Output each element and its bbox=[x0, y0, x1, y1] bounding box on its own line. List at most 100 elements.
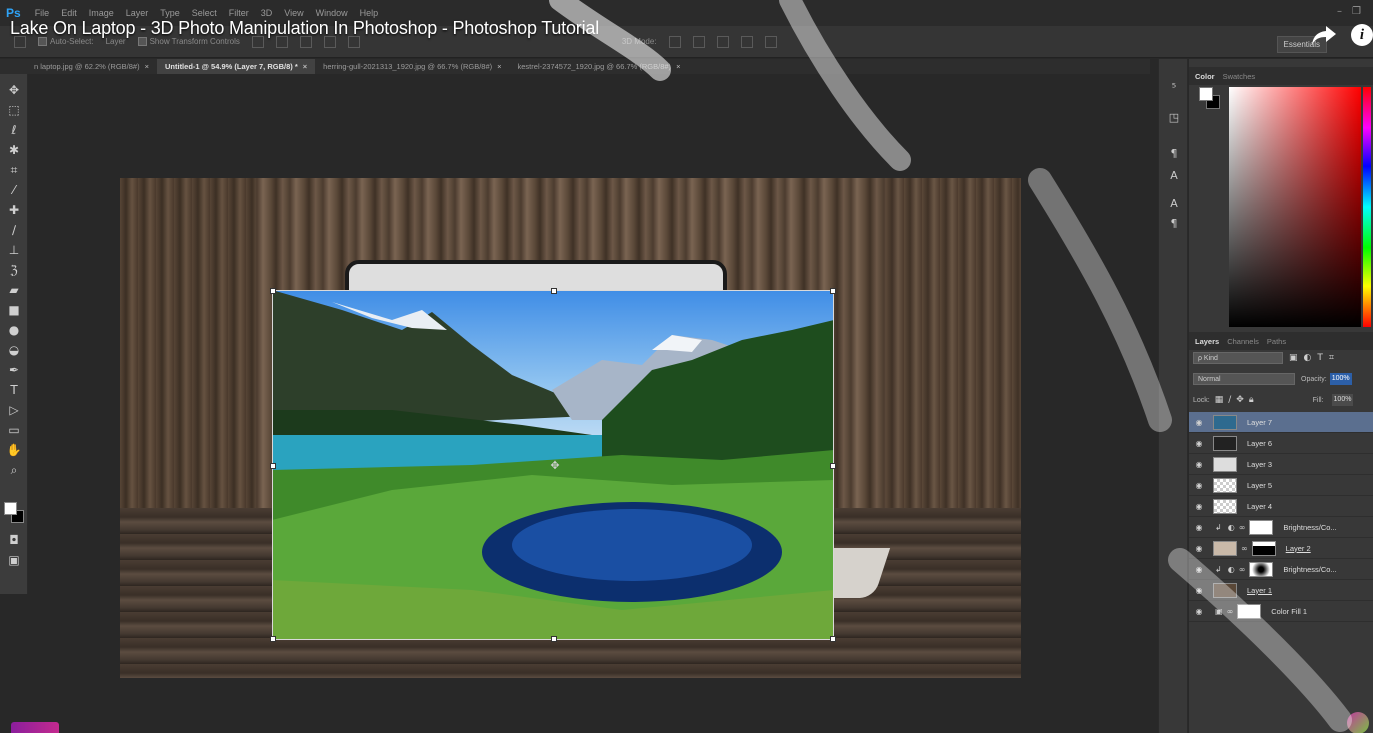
share-icon[interactable] bbox=[1311, 24, 1337, 46]
visibility-eye-icon[interactable]: ◉ bbox=[1189, 460, 1209, 469]
menu-help[interactable]: Help bbox=[360, 8, 379, 18]
layer-row[interactable]: ◉ Layer 6 bbox=[1189, 433, 1373, 454]
transform-handle-left[interactable] bbox=[270, 463, 276, 469]
foreground-background-colors[interactable] bbox=[4, 502, 24, 524]
crop-tool-icon[interactable]: ⌗ bbox=[6, 162, 22, 178]
link-chain-icon[interactable]: ∞ bbox=[1239, 523, 1246, 532]
menu-image[interactable]: Image bbox=[89, 8, 114, 18]
history-panel-icon[interactable]: ⁵ bbox=[1166, 81, 1182, 95]
shape-tool-icon[interactable]: ▭ bbox=[6, 422, 22, 438]
info-icon[interactable]: i bbox=[1351, 24, 1373, 46]
layer-row[interactable]: ◉ Layer 4 bbox=[1189, 496, 1373, 517]
brush-tool-icon[interactable]: ∕ bbox=[6, 222, 22, 238]
type-filter-icon[interactable]: T bbox=[1317, 353, 1323, 363]
close-icon[interactable]: × bbox=[497, 62, 501, 71]
type-tool-icon[interactable]: T bbox=[6, 382, 22, 398]
paragraph-panel-icon[interactable]: ¶ bbox=[1166, 217, 1182, 231]
3d-scale-icon[interactable] bbox=[764, 35, 777, 48]
document-canvas[interactable]: ✥ bbox=[120, 178, 1021, 678]
pen-tool-icon[interactable]: ✒ bbox=[6, 362, 22, 378]
menu-select[interactable]: Select bbox=[192, 8, 217, 18]
move-tool-icon[interactable]: ✥ bbox=[6, 82, 22, 98]
3d-slide-icon[interactable] bbox=[740, 35, 753, 48]
blur-tool-icon[interactable]: ● bbox=[6, 322, 22, 338]
adjustment-filter-icon[interactable]: ◐ bbox=[1304, 353, 1312, 363]
minimize-icon[interactable]: – bbox=[1337, 6, 1342, 17]
menu-layer[interactable]: Layer bbox=[126, 8, 149, 18]
layer-kind-filter[interactable]: ρ Kind bbox=[1193, 352, 1283, 364]
eraser-tool-icon[interactable]: ▰ bbox=[6, 282, 22, 298]
path-selection-tool-icon[interactable]: ▷ bbox=[6, 402, 22, 418]
hue-slider[interactable] bbox=[1363, 87, 1371, 327]
layer-row[interactable]: ◉ ↲ ◐ ∞ Brightness/Co... bbox=[1189, 559, 1373, 580]
hand-tool-icon[interactable]: ✋ bbox=[6, 442, 22, 458]
screen-mode-icon[interactable]: ▣ bbox=[6, 552, 22, 568]
eyedropper-tool-icon[interactable]: ⁄ bbox=[6, 182, 22, 198]
character-styles-icon[interactable]: A bbox=[1166, 169, 1182, 183]
layer-row[interactable]: ◉ Layer 7 bbox=[1189, 412, 1373, 433]
transform-handle-bottom-right[interactable] bbox=[830, 636, 836, 642]
visibility-eye-icon[interactable]: ◉ bbox=[1189, 586, 1209, 595]
tab-kestrel[interactable]: kestrel-2374572_1920.jpg @ 66.7% (RGB/8#… bbox=[510, 59, 689, 74]
menu-edit[interactable]: Edit bbox=[61, 8, 77, 18]
color-picker-field[interactable] bbox=[1229, 87, 1361, 327]
video-title[interactable]: Lake On Laptop - 3D Photo Manipulation I… bbox=[10, 18, 599, 39]
lock-transparent-icon[interactable]: ▦ bbox=[1215, 395, 1224, 405]
shape-filter-icon[interactable]: ⌗ bbox=[1329, 353, 1334, 363]
opacity-field[interactable]: 100% bbox=[1329, 373, 1352, 385]
history-brush-tool-icon[interactable]: ℨ bbox=[6, 262, 22, 278]
magic-wand-tool-icon[interactable]: ✱ bbox=[6, 142, 22, 158]
tab-laptop[interactable]: n laptop.jpg @ 62.2% (RGB/8#) × bbox=[26, 59, 157, 74]
layer-row[interactable]: ◉ Layer 5 bbox=[1189, 475, 1373, 496]
layer-mask-thumbnail[interactable] bbox=[1237, 603, 1262, 619]
menu-file[interactable]: File bbox=[35, 8, 50, 18]
tab-paths[interactable]: Paths bbox=[1267, 337, 1286, 346]
menu-filter[interactable]: Filter bbox=[229, 8, 249, 18]
actions-panel-icon[interactable]: ◳ bbox=[1166, 111, 1182, 125]
menu-window[interactable]: Window bbox=[316, 8, 348, 18]
character-panel-icon[interactable]: A bbox=[1166, 197, 1182, 211]
visibility-eye-icon[interactable]: ◉ bbox=[1189, 439, 1209, 448]
transform-handle-bottom-left[interactable] bbox=[270, 636, 276, 642]
transform-handle-top[interactable] bbox=[551, 288, 557, 294]
visibility-eye-icon[interactable]: ◉ bbox=[1189, 544, 1209, 553]
close-icon[interactable]: × bbox=[145, 62, 149, 71]
visibility-eye-icon[interactable]: ◉ bbox=[1189, 418, 1209, 427]
healing-brush-tool-icon[interactable]: ✚ bbox=[6, 202, 22, 218]
foreground-color-swatch[interactable] bbox=[4, 502, 17, 515]
link-chain-icon[interactable]: ∞ bbox=[1239, 565, 1246, 574]
lock-all-icon[interactable]: 🔒︎ bbox=[1249, 395, 1254, 405]
layer-row[interactable]: ◉ ∞ Layer 2 bbox=[1189, 538, 1373, 559]
tab-color[interactable]: Color bbox=[1195, 72, 1215, 81]
tab-swatches[interactable]: Swatches bbox=[1223, 72, 1256, 81]
layer-mask-thumbnail[interactable] bbox=[1249, 519, 1274, 535]
pixel-filter-icon[interactable]: ▣ bbox=[1289, 353, 1298, 363]
color-panel-foreground-swatch[interactable] bbox=[1199, 87, 1213, 101]
layer-mask-thumbnail[interactable] bbox=[1249, 561, 1274, 577]
transform-handle-bottom[interactable] bbox=[551, 636, 557, 642]
lock-position-icon[interactable]: ✥ bbox=[1236, 395, 1244, 405]
tab-untitled-1[interactable]: Untitled-1 @ 54.9% (Layer 7, RGB/8) * × bbox=[156, 59, 316, 74]
layer-mask-thumbnail[interactable] bbox=[1251, 540, 1276, 556]
lock-pixels-icon[interactable]: ∕ bbox=[1228, 395, 1231, 405]
fill-field[interactable]: 100% bbox=[1331, 394, 1354, 406]
3d-rotate-icon[interactable] bbox=[668, 35, 681, 48]
marquee-tool-icon[interactable]: ⬚ bbox=[6, 102, 22, 118]
link-chain-icon[interactable]: ∞ bbox=[1241, 544, 1248, 553]
menu-type[interactable]: Type bbox=[160, 8, 180, 18]
3d-pan-icon[interactable] bbox=[716, 35, 729, 48]
quick-mask-icon[interactable]: ◘ bbox=[6, 532, 22, 548]
dodge-tool-icon[interactable]: ◒ bbox=[6, 342, 22, 358]
menu-view[interactable]: View bbox=[284, 8, 303, 18]
visibility-eye-icon[interactable]: ◉ bbox=[1189, 502, 1209, 511]
visibility-eye-icon[interactable]: ◉ bbox=[1189, 523, 1209, 532]
blend-mode-dropdown[interactable]: Normal bbox=[1193, 373, 1295, 385]
zoom-tool-icon[interactable]: ⌕ bbox=[6, 462, 22, 478]
reference-point-icon[interactable]: ✥ bbox=[550, 460, 560, 471]
layer-row[interactable]: ◉ Layer 3 bbox=[1189, 454, 1373, 475]
free-transform-box[interactable]: ✥ bbox=[270, 288, 836, 642]
link-chain-icon[interactable]: ∞ bbox=[1227, 607, 1234, 616]
transform-handle-right[interactable] bbox=[830, 463, 836, 469]
transform-handle-top-left[interactable] bbox=[270, 288, 276, 294]
paragraph-styles-icon[interactable]: ¶ bbox=[1166, 147, 1182, 161]
